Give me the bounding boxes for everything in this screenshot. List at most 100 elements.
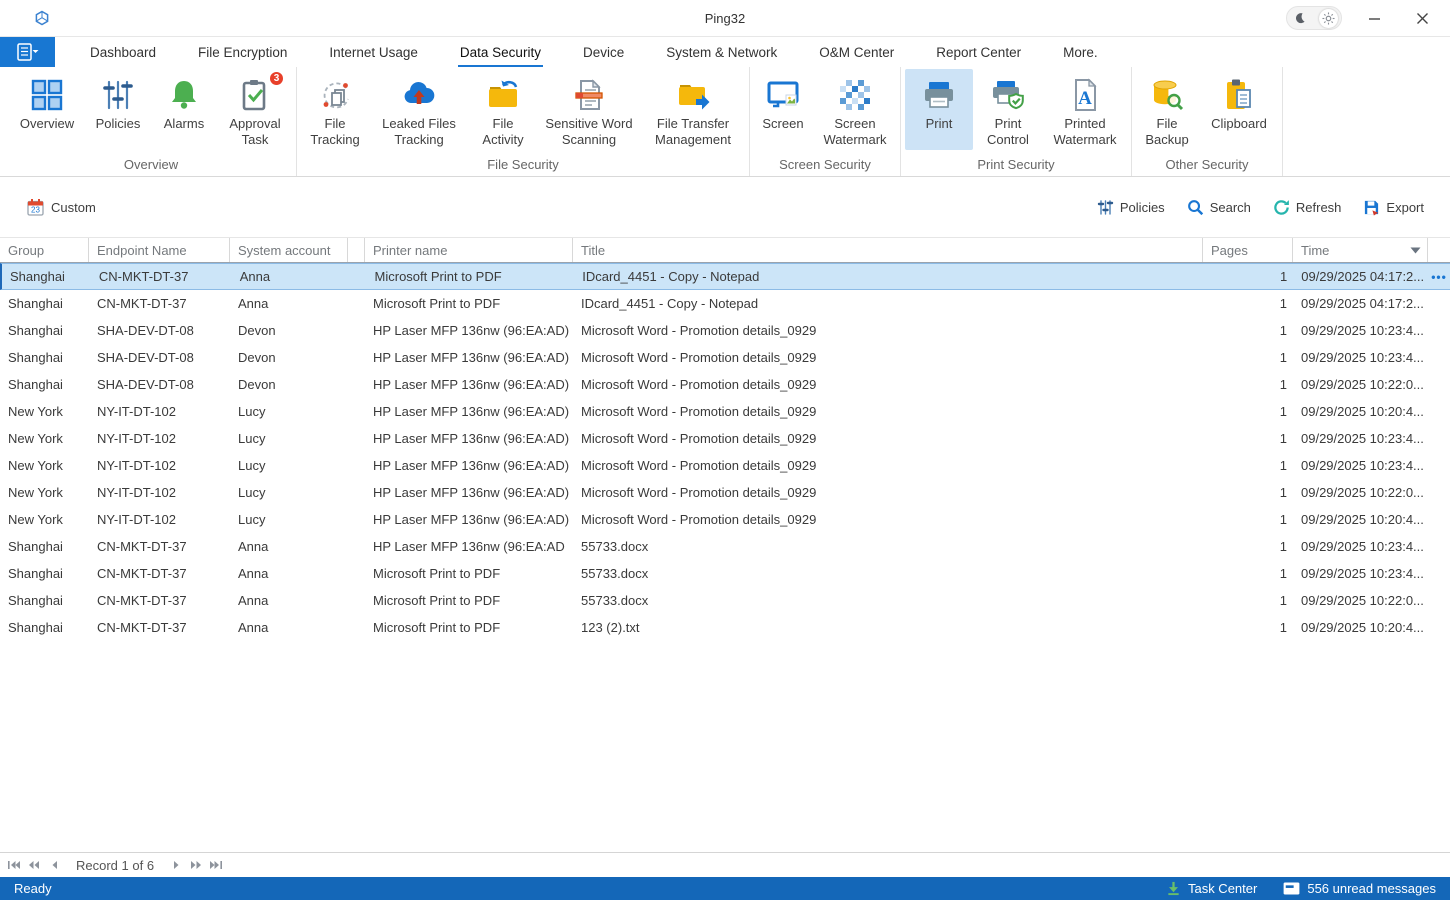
unread-messages-button[interactable]: 556 unread messages bbox=[1283, 881, 1436, 896]
cell-spacer bbox=[348, 452, 365, 479]
next-record-button[interactable] bbox=[168, 857, 184, 873]
tab-dashboard[interactable]: Dashboard bbox=[69, 37, 177, 67]
table-row[interactable]: New YorkNY-IT-DT-102LucyHP Laser MFP 136… bbox=[0, 425, 1450, 452]
row-actions bbox=[1428, 317, 1450, 344]
tab-file-encryption[interactable]: File Encryption bbox=[177, 37, 308, 67]
ribbon-item-leaked-files-tracking[interactable]: Leaked Files Tracking bbox=[371, 69, 467, 150]
tab-device[interactable]: Device bbox=[562, 37, 645, 67]
ribbon-item-label: File Transfer Management bbox=[647, 116, 739, 148]
ribbon-item-print[interactable]: Print bbox=[905, 69, 973, 150]
next-page-button[interactable] bbox=[188, 857, 204, 873]
ribbon-item-clipboard[interactable]: Clipboard bbox=[1200, 69, 1278, 150]
table-row[interactable]: New YorkNY-IT-DT-102LucyHP Laser MFP 136… bbox=[0, 479, 1450, 506]
table-row[interactable]: New YorkNY-IT-DT-102LucyHP Laser MFP 136… bbox=[0, 452, 1450, 479]
cell-account: Devon bbox=[230, 344, 348, 371]
cell-spacer bbox=[348, 560, 365, 587]
ribbon-item-overview[interactable]: Overview bbox=[10, 69, 84, 150]
cell-time: 09/29/2025 10:20:4... bbox=[1293, 398, 1428, 425]
ribbon-item-file-backup[interactable]: File Backup bbox=[1136, 69, 1198, 150]
row-actions bbox=[1428, 587, 1450, 614]
table-row[interactable]: New YorkNY-IT-DT-102LucyHP Laser MFP 136… bbox=[0, 398, 1450, 425]
table-row[interactable]: ShanghaiCN-MKT-DT-37AnnaMicrosoft Print … bbox=[0, 560, 1450, 587]
refresh-button[interactable]: Refresh bbox=[1273, 199, 1342, 216]
cell-printer: HP Laser MFP 136nw (96:EA:AD bbox=[365, 533, 573, 560]
cell-time: 09/29/2025 04:17:2... bbox=[1293, 264, 1428, 289]
column-header-group[interactable]: Group bbox=[0, 238, 89, 262]
cell-title: 55733.docx bbox=[573, 560, 1203, 587]
row-actions bbox=[1428, 290, 1450, 317]
first-record-button[interactable] bbox=[6, 857, 22, 873]
ribbon-item-file-transfer-management[interactable]: File Transfer Management bbox=[641, 69, 745, 150]
row-actions bbox=[1428, 452, 1450, 479]
previous-record-button[interactable] bbox=[46, 857, 62, 873]
ribbon-item-policies[interactable]: Policies bbox=[86, 69, 150, 150]
ribbon-item-screen-watermark[interactable]: Screen Watermark bbox=[814, 69, 896, 150]
ribbon-group-file-security: File Tracking Leaked Files Tracking bbox=[297, 67, 750, 176]
cell-time: 09/29/2025 10:22:0... bbox=[1293, 371, 1428, 398]
time-filter-dropdown-icon[interactable] bbox=[1410, 247, 1421, 254]
cell-time: 09/29/2025 10:20:4... bbox=[1293, 614, 1428, 641]
tab-report-center[interactable]: Report Center bbox=[915, 37, 1042, 67]
ribbon-item-print-control[interactable]: Print Control bbox=[975, 69, 1041, 150]
table-row[interactable]: ShanghaiCN-MKT-DT-37AnnaMicrosoft Print … bbox=[0, 290, 1450, 317]
ribbon-item-printed-watermark[interactable]: A Printed Watermark bbox=[1043, 69, 1127, 150]
cell-account: Lucy bbox=[230, 425, 348, 452]
tab-system-network[interactable]: System & Network bbox=[645, 37, 798, 67]
column-header-pages[interactable]: Pages bbox=[1203, 238, 1293, 262]
cell-title: IDcard_4451 - Copy - Notepad bbox=[574, 264, 1203, 289]
ribbon-item-sensitive-word-scanning[interactable]: Sensitive Word Scanning bbox=[539, 69, 639, 150]
ribbon-item-file-tracking[interactable]: File Tracking bbox=[301, 69, 369, 150]
file-activity-folder-icon bbox=[485, 77, 521, 113]
cell-spacer bbox=[348, 290, 365, 317]
row-more-actions-icon[interactable]: ••• bbox=[1428, 264, 1450, 289]
cell-printer: Microsoft Print to PDF bbox=[365, 560, 573, 587]
ribbon-item-alarms[interactable]: Alarms bbox=[152, 69, 216, 150]
column-header-printer-name[interactable]: Printer name bbox=[365, 238, 573, 262]
table-row[interactable]: ShanghaiSHA-DEV-DT-08DevonHP Laser MFP 1… bbox=[0, 344, 1450, 371]
cell-endpoint: CN-MKT-DT-37 bbox=[91, 264, 232, 289]
ribbon-item-approval-task[interactable]: 3 Approval Task bbox=[218, 69, 292, 150]
cell-pages: 1 bbox=[1203, 317, 1293, 344]
task-center-button[interactable]: Task Center bbox=[1166, 881, 1257, 896]
last-record-button[interactable] bbox=[208, 857, 224, 873]
tab-o-m-center[interactable]: O&M Center bbox=[798, 37, 915, 67]
cell-spacer bbox=[348, 317, 365, 344]
ribbon-item-file-activity[interactable]: File Activity bbox=[469, 69, 537, 150]
cell-printer: HP Laser MFP 136nw (96:EA:AD) bbox=[365, 452, 573, 479]
app-menu-button[interactable] bbox=[0, 37, 55, 67]
cell-pages: 1 bbox=[1203, 398, 1293, 425]
row-actions bbox=[1428, 506, 1450, 533]
table-row[interactable]: ShanghaiSHA-DEV-DT-08DevonHP Laser MFP 1… bbox=[0, 317, 1450, 344]
custom-date-filter-button[interactable]: 23 Custom bbox=[26, 198, 96, 217]
tab-internet-usage[interactable]: Internet Usage bbox=[308, 37, 439, 67]
cell-spacer bbox=[348, 425, 365, 452]
column-header-title[interactable]: Title bbox=[573, 238, 1203, 262]
column-header-endpoint-name[interactable]: Endpoint Name bbox=[89, 238, 230, 262]
table-row[interactable]: ShanghaiCN-MKT-DT-37AnnaMicrosoft Print … bbox=[0, 263, 1450, 290]
table-row[interactable]: ShanghaiCN-MKT-DT-37AnnaMicrosoft Print … bbox=[0, 587, 1450, 614]
status-ready-label: Ready bbox=[14, 881, 52, 896]
cell-title: Microsoft Word - Promotion details_0929 bbox=[573, 398, 1203, 425]
column-header-time[interactable]: Time bbox=[1293, 238, 1428, 262]
cell-spacer bbox=[348, 614, 365, 641]
cell-pages: 1 bbox=[1203, 452, 1293, 479]
column-header-system-account[interactable]: System account bbox=[230, 238, 348, 262]
cell-spacer bbox=[348, 506, 365, 533]
cell-time: 09/29/2025 10:22:0... bbox=[1293, 479, 1428, 506]
search-button[interactable]: Search bbox=[1187, 199, 1251, 216]
cell-endpoint: NY-IT-DT-102 bbox=[89, 425, 230, 452]
table-row[interactable]: New YorkNY-IT-DT-102LucyHP Laser MFP 136… bbox=[0, 506, 1450, 533]
export-button[interactable]: Export bbox=[1363, 199, 1424, 216]
tab-more[interactable]: More. bbox=[1042, 37, 1119, 67]
ribbon-item-screen[interactable]: Screen bbox=[754, 69, 812, 150]
cell-endpoint: SHA-DEV-DT-08 bbox=[89, 371, 230, 398]
ribbon-group-label: Print Security bbox=[904, 152, 1128, 176]
policies-button[interactable]: Policies bbox=[1097, 199, 1165, 216]
row-actions bbox=[1428, 398, 1450, 425]
table-row[interactable]: ShanghaiSHA-DEV-DT-08DevonHP Laser MFP 1… bbox=[0, 371, 1450, 398]
tab-data-security[interactable]: Data Security bbox=[439, 37, 562, 67]
table-row[interactable]: ShanghaiCN-MKT-DT-37AnnaMicrosoft Print … bbox=[0, 614, 1450, 641]
cell-account: Lucy bbox=[230, 506, 348, 533]
table-row[interactable]: ShanghaiCN-MKT-DT-37AnnaHP Laser MFP 136… bbox=[0, 533, 1450, 560]
previous-page-button[interactable] bbox=[26, 857, 42, 873]
